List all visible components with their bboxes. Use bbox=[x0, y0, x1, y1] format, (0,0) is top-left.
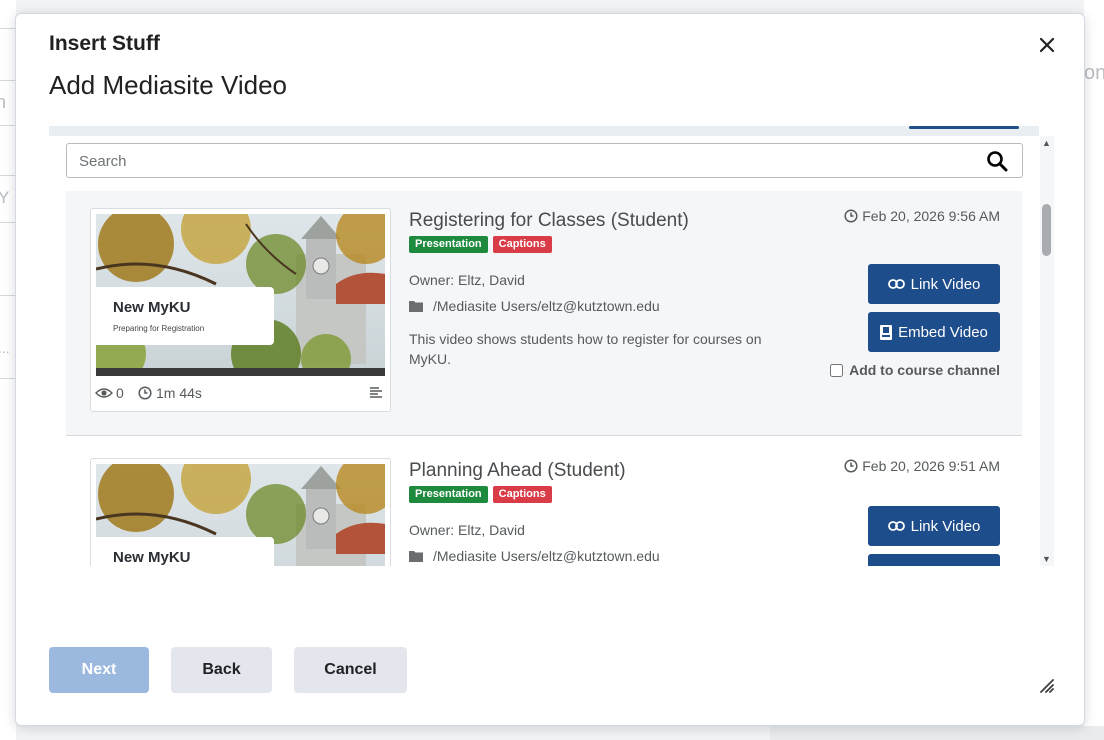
course-channel-label: Add to course channel bbox=[849, 362, 1000, 378]
video-date: Feb 20, 2026 9:51 AM bbox=[844, 458, 1000, 474]
duration-value: 1m 44s bbox=[156, 385, 202, 401]
folder-icon bbox=[409, 301, 423, 312]
background-divider bbox=[0, 378, 16, 379]
background-right-panel bbox=[1084, 0, 1104, 740]
thumbnail-title: New MyKU bbox=[113, 549, 191, 566]
search-input[interactable] bbox=[79, 152, 959, 170]
thumbnail-bottom-bar bbox=[96, 368, 385, 376]
folder-path: /Mediasite Users/eltz@kutztown.edu bbox=[433, 548, 660, 564]
view-count-value: 0 bbox=[116, 385, 124, 401]
background-text-fragment: Y bbox=[0, 188, 10, 207]
folder-path: /Mediasite Users/eltz@kutztown.edu bbox=[433, 298, 660, 314]
link-video-button[interactable]: Link Video bbox=[868, 264, 1000, 304]
video-date: Feb 20, 2026 9:56 AM bbox=[844, 208, 1000, 224]
frame-top-accent bbox=[909, 126, 1019, 129]
video-title[interactable]: Registering for Classes (Student) bbox=[409, 210, 689, 232]
thumbnail-title: New MyKU bbox=[113, 299, 191, 316]
video-tags: Presentation Captions bbox=[409, 486, 552, 503]
back-button[interactable]: Back bbox=[171, 647, 272, 693]
eye-icon bbox=[95, 388, 113, 398]
embed-icon bbox=[880, 324, 893, 340]
frame-top-strip bbox=[49, 126, 1039, 136]
video-thumbnail-card[interactable]: New MyKU Preparing for Registration 0 1m… bbox=[90, 208, 391, 412]
close-button[interactable] bbox=[1036, 34, 1058, 56]
course-channel-checkbox[interactable] bbox=[830, 363, 844, 377]
embed-video-label: Embed Video bbox=[898, 323, 988, 341]
link-video-label: Link Video bbox=[910, 275, 981, 293]
video-date-text: Feb 20, 2026 9:51 AM bbox=[862, 458, 1000, 474]
clock-icon bbox=[844, 209, 858, 223]
embed-video-button[interactable]: Embed Video bbox=[868, 312, 1000, 352]
video-thumbnail: New MyKU bbox=[96, 464, 385, 566]
resize-handle-icon[interactable] bbox=[1038, 677, 1054, 693]
thumbnail-subtitle: Preparing for Registration bbox=[113, 324, 205, 333]
close-icon bbox=[1039, 37, 1055, 53]
video-browser-frame: New MyKU Preparing for Registration 0 bbox=[49, 126, 1054, 566]
background-divider bbox=[0, 175, 16, 176]
thumbnail-caption-card: New MyKU Preparing for Registration bbox=[96, 287, 274, 345]
video-thumbnail: New MyKU Preparing for Registration bbox=[96, 214, 385, 376]
clock-icon bbox=[844, 459, 858, 473]
view-count: 0 bbox=[95, 385, 124, 401]
captions-tag: Captions bbox=[492, 236, 552, 253]
captions-tag: Captions bbox=[492, 486, 552, 503]
insert-stuff-dialog: Insert Stuff Add Mediasite Video Search … bbox=[15, 13, 1085, 726]
search-area bbox=[49, 136, 1039, 191]
scroll-down-arrow-icon[interactable]: ▼ bbox=[1042, 554, 1051, 564]
background-divider bbox=[0, 28, 16, 29]
link-video-button[interactable]: Link Video bbox=[868, 506, 1000, 546]
add-to-course-channel[interactable]: Add to course channel bbox=[830, 362, 1000, 378]
folder-icon bbox=[409, 551, 423, 562]
scrollbar-thumb[interactable] bbox=[1042, 204, 1051, 256]
clock-icon bbox=[138, 386, 152, 400]
video-folder: /Mediasite Users/eltz@kutztown.edu bbox=[409, 548, 660, 564]
link-icon bbox=[887, 521, 905, 531]
link-icon bbox=[887, 279, 905, 289]
background-text-fragment: on bbox=[1084, 62, 1104, 84]
video-duration: 1m 44s bbox=[138, 385, 202, 401]
background-bottom-strip bbox=[770, 726, 1104, 740]
thumbnail-caption-card: New MyKU bbox=[96, 537, 274, 566]
search-icon[interactable] bbox=[986, 150, 1008, 172]
video-folder: /Mediasite Users/eltz@kutztown.edu bbox=[409, 298, 660, 314]
search-box bbox=[66, 143, 1023, 178]
cancel-button[interactable]: Cancel bbox=[294, 647, 407, 693]
row-divider bbox=[66, 435, 1022, 436]
background-text-fragment: n bbox=[0, 92, 7, 112]
embed-video-button[interactable] bbox=[868, 554, 1000, 566]
video-title[interactable]: Planning Ahead (Student) bbox=[409, 460, 626, 482]
background-text-fragment: ... bbox=[0, 340, 10, 356]
transcript-icon[interactable] bbox=[369, 386, 383, 399]
video-date-text: Feb 20, 2026 9:56 AM bbox=[862, 208, 1000, 224]
video-owner: Owner: Eltz, David bbox=[409, 522, 525, 538]
background-divider bbox=[0, 80, 16, 81]
thumbnail-stats: 0 1m 44s bbox=[95, 383, 385, 403]
video-tags: Presentation Captions bbox=[409, 236, 552, 253]
background-divider bbox=[0, 295, 16, 296]
video-owner: Owner: Eltz, David bbox=[409, 272, 525, 288]
link-video-label: Link Video bbox=[910, 517, 981, 535]
list-scrollbar[interactable]: ▲ ▼ bbox=[1040, 136, 1054, 566]
presentation-tag: Presentation bbox=[409, 486, 488, 503]
background-divider bbox=[0, 125, 16, 126]
video-list-item: New MyKU Preparing for Registration 0 1m… bbox=[66, 191, 1022, 436]
dialog-title: Insert Stuff bbox=[49, 32, 160, 55]
scroll-up-arrow-icon[interactable]: ▲ bbox=[1042, 138, 1051, 148]
video-description: This video shows students how to registe… bbox=[409, 331, 762, 367]
dialog-subtitle: Add Mediasite Video bbox=[49, 70, 288, 100]
presentation-tag: Presentation bbox=[409, 236, 488, 253]
video-list: New MyKU Preparing for Registration 0 1m… bbox=[49, 191, 1039, 566]
background-divider bbox=[0, 222, 16, 223]
next-button[interactable]: Next bbox=[49, 647, 149, 693]
video-thumbnail-card[interactable]: New MyKU bbox=[90, 458, 391, 566]
video-list-item: New MyKU Planning Ahead (Student) Presen… bbox=[66, 446, 1022, 566]
